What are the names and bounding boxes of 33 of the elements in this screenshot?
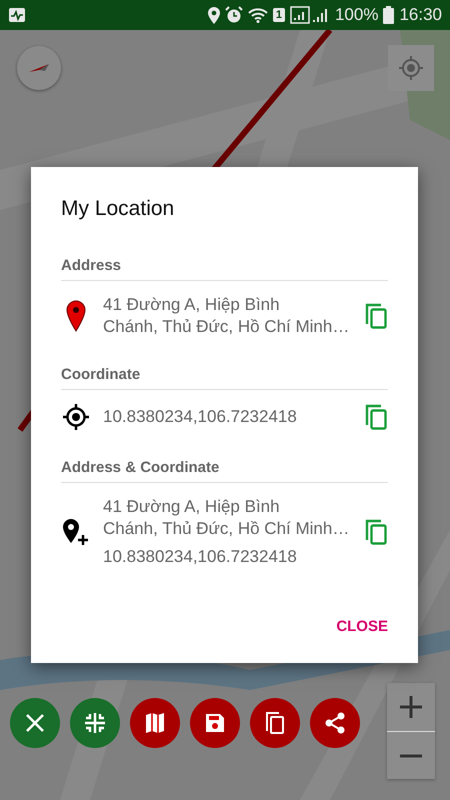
map-pin-icon — [66, 300, 86, 332]
clock-time: 16:30 — [399, 5, 442, 25]
copy-icon[interactable] — [364, 302, 388, 330]
copy-icon[interactable] — [364, 518, 388, 546]
plus-icon — [400, 696, 422, 718]
dialog-title: My Location — [61, 197, 176, 221]
minus-icon — [400, 754, 422, 758]
location-icon — [208, 6, 220, 24]
battery-icon — [383, 6, 394, 24]
coordinate-text: 10.8380234,106.7232418 — [103, 546, 298, 568]
coordinate-text: 10.8380234,106.7232418 — [103, 406, 298, 428]
copy-icon[interactable] — [364, 403, 388, 431]
crosshair-icon — [62, 403, 90, 431]
pin-plus-icon — [61, 517, 91, 547]
copy-icon — [264, 712, 286, 734]
activity-icon — [8, 7, 26, 23]
wifi-icon — [248, 7, 268, 23]
signal-icon — [290, 6, 330, 24]
close-button[interactable]: CLOSE — [336, 614, 388, 639]
share-icon — [324, 712, 346, 734]
map-icon — [144, 712, 166, 734]
section-heading: Coordinate — [61, 366, 388, 390]
close-icon — [24, 712, 46, 734]
crosshair-icon — [398, 55, 424, 81]
section-heading: Address & Coordinate — [61, 459, 388, 483]
section-heading: Address — [61, 257, 388, 281]
address-text: 41 Đường A, Hiệp Bình Chánh, Thủ Đức, Hồ Chí Minh… — [103, 496, 350, 540]
compass-needle-icon — [27, 62, 51, 74]
battery-percent: 100% — [334, 5, 378, 25]
alarm-clock-icon — [224, 6, 243, 24]
address-text: 41 Đường A, Hiệp Bình Chánh, Thủ Đức, Hồ Chí Minh… — [103, 294, 350, 338]
collapse-arrows-icon — [84, 712, 106, 734]
sim-slot-badge: 1 — [272, 8, 285, 22]
